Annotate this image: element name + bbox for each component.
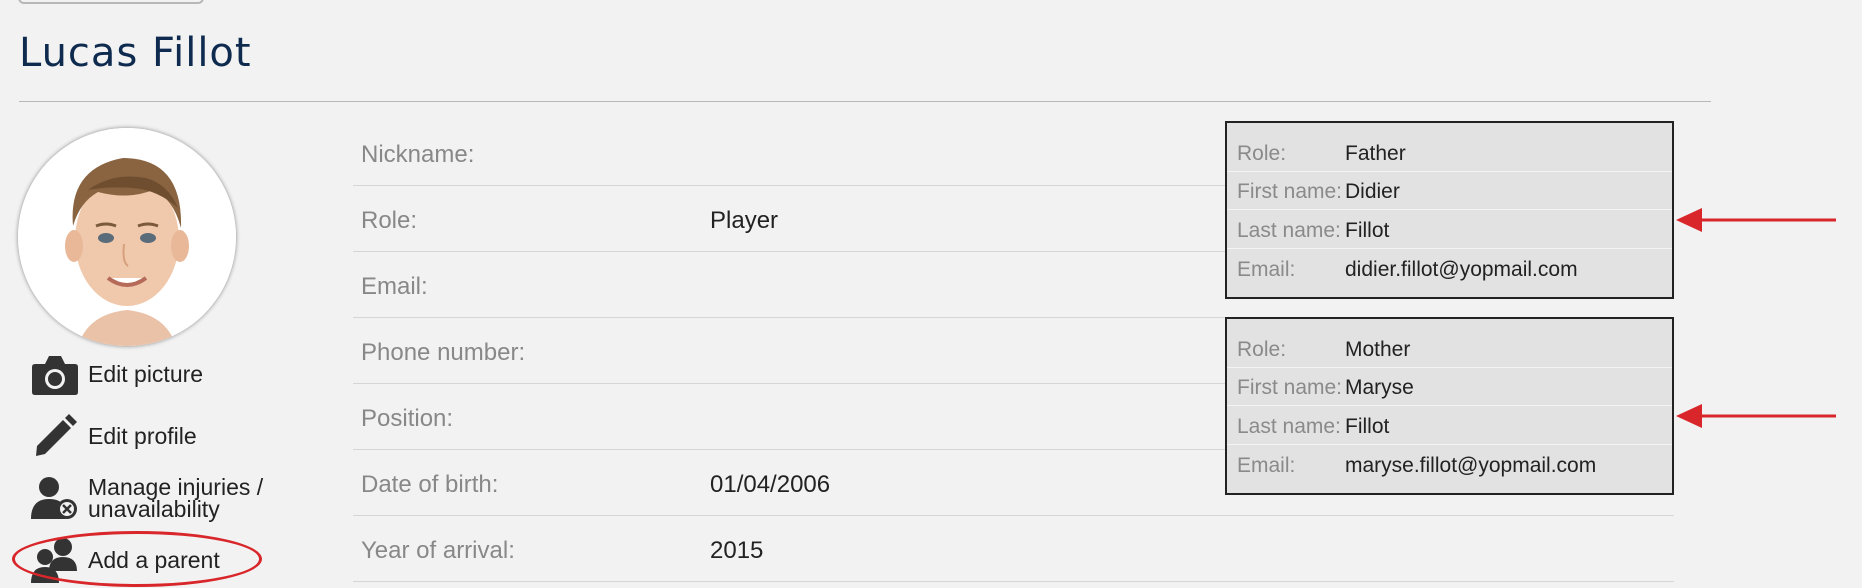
title-divider [19, 101, 1711, 102]
edit-picture-button[interactable]: Edit picture [30, 349, 203, 399]
parent-first-name-row: First name: Didier [1227, 171, 1672, 210]
parent-email-label: Email: [1237, 454, 1296, 477]
parent-email-row: Email: didier.fillot@yopmail.com [1227, 249, 1672, 287]
camera-icon [30, 349, 80, 399]
child-portrait-image [18, 128, 236, 346]
parent-email-label: Email: [1237, 258, 1296, 281]
field-label: Nickname: [361, 141, 475, 168]
parent-email-value: didier.fillot@yopmail.com [1345, 258, 1578, 281]
parent-first-name-value: Didier [1345, 180, 1400, 203]
edit-picture-label: Edit picture [88, 361, 204, 387]
avatar [18, 128, 236, 346]
field-value: 01/04/2006 [710, 471, 831, 498]
parent-role-row: Role: Father [1227, 133, 1672, 172]
parent-card-mother[interactable]: Role: Mother First name: Maryse Last nam… [1225, 317, 1674, 495]
parent-email-value: maryse.fillot@yopmail.com [1345, 454, 1597, 477]
parent-role-value: Mother [1345, 338, 1411, 361]
pencil-icon [30, 411, 80, 461]
top-tab-edge [18, 0, 204, 4]
field-label: Position: [361, 405, 454, 432]
field-year-of-arrival: Year of arrival: 2015 [353, 516, 1674, 582]
parent-last-name-value: Fillot [1345, 415, 1390, 438]
parent-card-father[interactable]: Role: Father First name: Didier Last nam… [1225, 121, 1674, 299]
parent-last-name-label: Last name: [1237, 415, 1341, 438]
annotation-arrow-father [1676, 208, 1836, 232]
parent-last-name-row: Last name: Fillot [1227, 406, 1672, 445]
manage-injuries-button[interactable]: Manage injuries / unavailability [30, 473, 263, 523]
parent-last-name-label: Last name: [1237, 219, 1341, 242]
parent-first-name-value: Maryse [1345, 376, 1414, 399]
parent-role-value: Father [1345, 142, 1406, 165]
field-label: Role: [361, 207, 418, 234]
parent-last-name-value: Fillot [1345, 219, 1390, 242]
parent-role-row: Role: Mother [1227, 329, 1672, 368]
parent-first-name-label: First name: [1237, 180, 1343, 203]
parent-last-name-row: Last name: Fillot [1227, 210, 1672, 249]
field-value: Player [710, 207, 779, 234]
field-label: Email: [361, 273, 428, 300]
add-parent-annotation-circle [12, 531, 262, 587]
edit-profile-button[interactable]: Edit profile [30, 411, 197, 461]
field-label: Phone number: [361, 339, 526, 366]
field-label: Date of birth: [361, 471, 499, 498]
edit-profile-label: Edit profile [88, 423, 197, 449]
parent-first-name-label: First name: [1237, 376, 1343, 399]
user-unavailable-icon [30, 473, 80, 523]
annotation-arrow-mother [1676, 404, 1836, 428]
field-label: Year of arrival: [361, 537, 515, 564]
field-value: 2015 [710, 537, 764, 564]
parent-first-name-row: First name: Maryse [1227, 367, 1672, 406]
manage-injuries-label: Manage injuries / unavailability [88, 474, 264, 522]
parent-email-row: Email: maryse.fillot@yopmail.com [1227, 445, 1672, 483]
parent-role-label: Role: [1237, 142, 1287, 165]
parent-role-label: Role: [1237, 338, 1287, 361]
page-title: Lucas Fillot [19, 30, 252, 76]
